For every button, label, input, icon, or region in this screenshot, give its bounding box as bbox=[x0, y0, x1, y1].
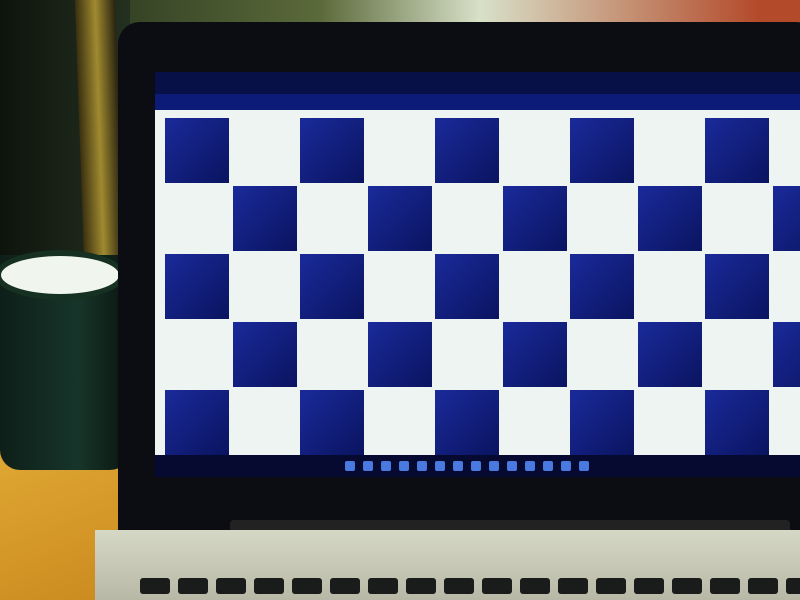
checker-square-dark bbox=[502, 186, 567, 251]
checker-square-dark bbox=[300, 118, 364, 183]
taskbar-app-icon[interactable] bbox=[579, 461, 589, 471]
checker-square-dark bbox=[570, 118, 634, 183]
checker-square-dark bbox=[570, 254, 634, 319]
checker-square-dark bbox=[502, 322, 567, 387]
keyboard-key bbox=[634, 578, 664, 594]
checker-square-dark bbox=[435, 118, 499, 183]
keyboard-key bbox=[596, 578, 626, 594]
keyboard-key bbox=[140, 578, 170, 594]
taskbar-app-icon[interactable] bbox=[471, 461, 481, 471]
keyboard-key bbox=[330, 578, 360, 594]
taskbar-app-icon[interactable] bbox=[543, 461, 553, 471]
keyboard-key bbox=[710, 578, 740, 594]
keyboard-key bbox=[482, 578, 512, 594]
keyboard-key bbox=[444, 578, 474, 594]
taskbar-app-icon[interactable] bbox=[381, 461, 391, 471]
browser-tab-bar bbox=[155, 72, 800, 94]
keyboard-key bbox=[520, 578, 550, 594]
checker-square-dark bbox=[165, 254, 229, 319]
taskbar-app-icon[interactable] bbox=[399, 461, 409, 471]
browser-address-bar bbox=[155, 94, 800, 110]
keyboard-key bbox=[558, 578, 588, 594]
taskbar-app-icon[interactable] bbox=[489, 461, 499, 471]
checker-square-dark bbox=[232, 322, 297, 387]
checker-square-dark bbox=[367, 322, 432, 387]
checker-square-dark bbox=[435, 390, 499, 455]
checker-square-dark bbox=[772, 186, 800, 251]
keyboard-key bbox=[672, 578, 702, 594]
keyboard-key bbox=[786, 578, 800, 594]
taskbar-app-icon[interactable] bbox=[453, 461, 463, 471]
checker-square-dark bbox=[705, 390, 769, 455]
taskbar-app-icon[interactable] bbox=[417, 461, 427, 471]
checkerboard bbox=[155, 110, 800, 455]
keyboard-key bbox=[254, 578, 284, 594]
taskbar-app-icon[interactable] bbox=[561, 461, 571, 471]
checker-square-dark bbox=[165, 118, 229, 183]
checker-square-dark bbox=[165, 390, 229, 455]
checker-square-dark bbox=[637, 322, 702, 387]
keyboard-key bbox=[368, 578, 398, 594]
taskbar-app-icon[interactable] bbox=[507, 461, 517, 471]
checker-square-dark bbox=[570, 390, 634, 455]
taskbar-app-icon[interactable] bbox=[363, 461, 373, 471]
checker-square-dark bbox=[232, 186, 297, 251]
keyboard-key bbox=[406, 578, 436, 594]
laptop-screen bbox=[155, 72, 800, 477]
taskbar-app-icon[interactable] bbox=[345, 461, 355, 471]
keyboard-key bbox=[178, 578, 208, 594]
taskbar bbox=[155, 455, 800, 477]
mug-rim bbox=[0, 250, 125, 300]
checker-square-dark bbox=[772, 322, 800, 387]
keyboard-key bbox=[216, 578, 246, 594]
checker-square-dark bbox=[435, 254, 499, 319]
taskbar-app-icon[interactable] bbox=[525, 461, 535, 471]
checker-square-dark bbox=[705, 254, 769, 319]
checker-square-dark bbox=[705, 118, 769, 183]
keyboard-key bbox=[748, 578, 778, 594]
checker-square-dark bbox=[367, 186, 432, 251]
taskbar-app-icon[interactable] bbox=[435, 461, 445, 471]
keyboard bbox=[95, 530, 800, 600]
checker-square-dark bbox=[637, 186, 702, 251]
checker-square-dark bbox=[300, 254, 364, 319]
checker-square-dark bbox=[300, 390, 364, 455]
keyboard-key bbox=[292, 578, 322, 594]
